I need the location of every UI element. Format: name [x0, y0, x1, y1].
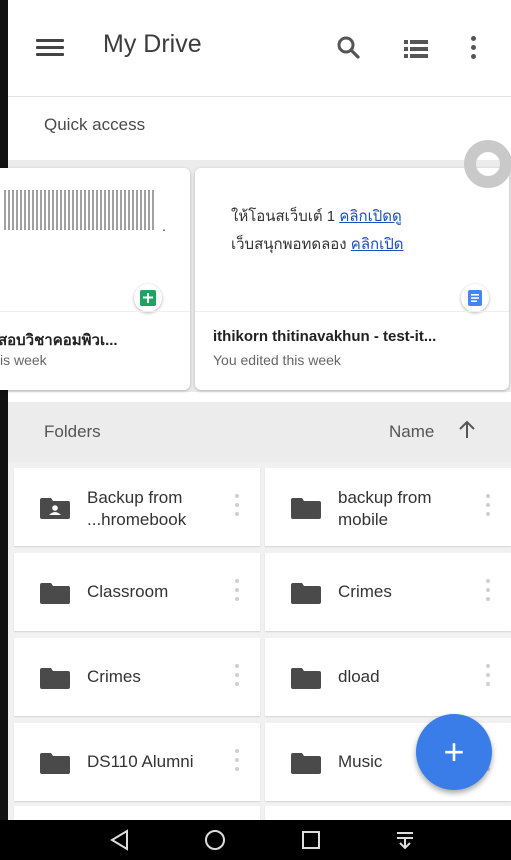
preview-link: คลิกเปิดดู [339, 208, 402, 225]
app-bar [8, 0, 511, 96]
folder-icon [40, 583, 70, 604]
search-icon[interactable] [335, 34, 363, 62]
preview-line: เว็บสนุกพอทดลอง คลิกเปิด [231, 232, 403, 256]
card-divider [0, 311, 190, 312]
loading-spinner-icon [464, 140, 511, 188]
more-vert-icon[interactable] [485, 579, 491, 605]
hamburger-menu-icon[interactable] [36, 36, 64, 60]
card-subtitle: You edited this week [213, 352, 341, 368]
more-vert-icon[interactable] [468, 36, 478, 64]
system-nav-bar [0, 820, 511, 860]
more-vert-icon[interactable] [234, 664, 240, 690]
notification-pull-down-icon[interactable] [392, 828, 418, 852]
more-vert-icon[interactable] [234, 579, 240, 605]
back-triangle-icon[interactable] [107, 828, 133, 852]
screen-edge [0, 0, 8, 820]
spreadsheet-preview [4, 190, 154, 230]
shared-folder-icon [40, 498, 70, 519]
quick-access-label: Quick access [44, 115, 146, 134]
folder-tile[interactable]: Backup from ...hromebook [14, 468, 260, 546]
card-title: ithikorn thitinavakhun - test-it... [213, 328, 437, 345]
preview-dot: . [162, 218, 166, 234]
folder-tile[interactable]: DS110 Alumni [14, 723, 260, 801]
folder-name: Music [338, 752, 383, 771]
folder-tile[interactable] [265, 806, 511, 820]
folder-tile[interactable]: backup from mobile [265, 468, 511, 546]
card-title: สอบวิชาคอมพิวเ... [0, 332, 118, 349]
folder-name: Backup from ...hromebook [87, 488, 187, 529]
folder-icon [40, 753, 70, 774]
sort-label[interactable]: Name [389, 422, 434, 442]
folders-label: Folders [44, 422, 101, 441]
card-divider [195, 311, 509, 312]
page-title: My Drive [103, 30, 202, 58]
file-thumbnail: . [0, 168, 190, 296]
folder-tile[interactable]: Crimes [265, 553, 511, 631]
quick-access-card[interactable]: . สอบวิชาคอมพิวเ... is week [0, 168, 190, 390]
preview-text: เว็บสนุกพอทดลอง [231, 236, 351, 253]
arrow-up-icon[interactable] [456, 418, 478, 442]
folder-tile[interactable] [14, 806, 260, 820]
list-view-icon[interactable] [403, 38, 429, 60]
folder-name: DS110 Alumni [87, 752, 194, 771]
more-vert-icon[interactable] [234, 749, 240, 775]
folder-name: Classroom [87, 582, 169, 601]
google-docs-icon [461, 284, 489, 312]
preview-line: ให้โอนสเว็บเต์ 1 คลิกเปิดดู [231, 204, 402, 228]
preview-text: ให้โอนสเว็บเต์ 1 [231, 208, 340, 225]
preview-link: คลิกเปิด [350, 236, 404, 253]
recents-square-icon[interactable] [298, 828, 324, 852]
folder-icon [40, 668, 70, 689]
card-subtitle: is week [0, 352, 47, 368]
folder-name: backup from mobile [338, 488, 432, 529]
folder-name: Crimes [338, 582, 392, 601]
google-sheets-icon [134, 284, 162, 312]
folder-icon [291, 583, 321, 604]
folder-tile[interactable]: Classroom [14, 553, 260, 631]
add-icon: + [443, 731, 465, 772]
new-item-button[interactable]: + [416, 714, 492, 790]
folder-name: Crimes [87, 667, 141, 686]
more-vert-icon[interactable] [485, 494, 491, 520]
home-circle-icon[interactable] [202, 828, 228, 852]
more-vert-icon[interactable] [234, 494, 240, 520]
more-vert-icon[interactable] [485, 664, 491, 690]
folder-icon [291, 498, 321, 519]
folder-tile[interactable]: dload [265, 638, 511, 716]
quick-access-card[interactable]: ให้โอนสเว็บเต์ 1 คลิกเปิดดู เว็บสนุกพอทด… [195, 168, 509, 390]
folder-name: dload [338, 667, 380, 686]
folder-icon [291, 753, 321, 774]
folder-tile[interactable]: Crimes [14, 638, 260, 716]
folder-icon [291, 668, 321, 689]
file-thumbnail: ให้โอนสเว็บเต์ 1 คลิกเปิดดู เว็บสนุกพอทด… [195, 168, 509, 296]
